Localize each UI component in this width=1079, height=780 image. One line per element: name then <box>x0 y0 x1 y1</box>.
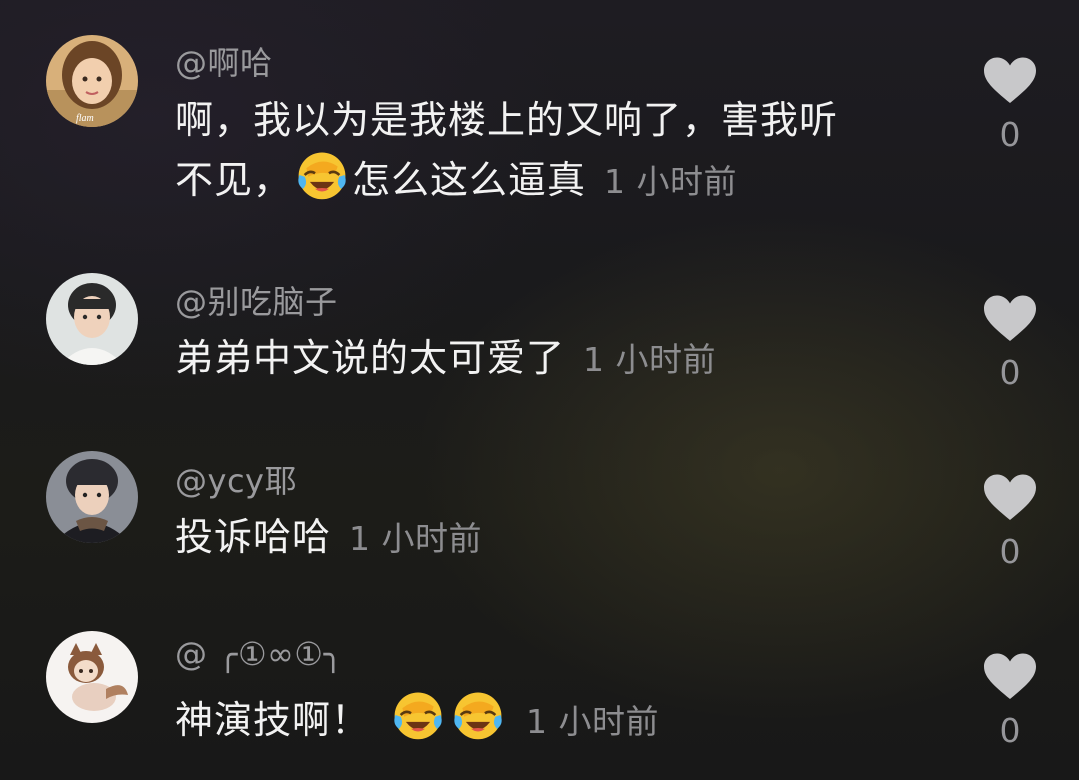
laughing-crying-emoji-icon <box>392 689 444 757</box>
like-button[interactable]: 0 <box>983 653 1037 750</box>
comment-text-line: 不见， <box>175 158 293 202</box>
laughing-crying-emoji-icon <box>452 689 504 757</box>
laughing-crying-emoji-icon <box>296 149 348 217</box>
like-button[interactable]: 0 <box>983 474 1037 571</box>
comment-time: 1 小时前 <box>349 519 483 558</box>
comment-username[interactable]: @ ╭①∞①╮ <box>175 635 343 673</box>
avatar[interactable] <box>46 451 138 543</box>
comment-text-line: 神演技啊！ <box>175 698 371 742</box>
heart-icon <box>983 295 1037 343</box>
comment-username[interactable]: @别吃脑子 <box>175 277 338 323</box>
comment-text: 神演技啊！ 1 小时前 <box>175 689 935 757</box>
like-count: 0 <box>999 353 1021 392</box>
like-button[interactable]: 0 <box>983 57 1037 154</box>
comment-text: 啊，我以为是我楼上的又响了，害我听 不见， 怎么这么逼真 1 小时前 <box>175 92 935 217</box>
avatar[interactable] <box>46 631 138 723</box>
like-count: 0 <box>999 115 1021 154</box>
comment-username[interactable]: @啊哈 <box>175 38 273 84</box>
comment-time: 1 小时前 <box>583 340 717 379</box>
comment-text-line: 啊，我以为是我楼上的又响了，害我听 <box>175 98 839 142</box>
svg-text:flam: flam <box>76 113 94 124</box>
comment-time: 1 小时前 <box>604 162 738 201</box>
heart-icon <box>983 57 1037 105</box>
avatar[interactable] <box>46 273 138 365</box>
comment-username[interactable]: @ycy耶 <box>175 456 297 502</box>
avatar[interactable]: flam <box>46 35 138 127</box>
comment-text-line: 投诉哈哈 <box>175 515 332 559</box>
comment-text: 弟弟中文说的太可爱了 1 小时前 <box>175 330 935 388</box>
heart-icon <box>983 474 1037 522</box>
like-button[interactable]: 0 <box>983 295 1037 392</box>
comment-time: 1 小时前 <box>526 702 660 741</box>
heart-icon <box>983 653 1037 701</box>
comment-text-line: 弟弟中文说的太可爱了 <box>175 336 566 380</box>
comment-text-line: 怎么这么逼真 <box>352 158 587 202</box>
comment-text: 投诉哈哈 1 小时前 <box>175 509 935 567</box>
like-count: 0 <box>999 532 1021 571</box>
like-count: 0 <box>999 711 1021 750</box>
